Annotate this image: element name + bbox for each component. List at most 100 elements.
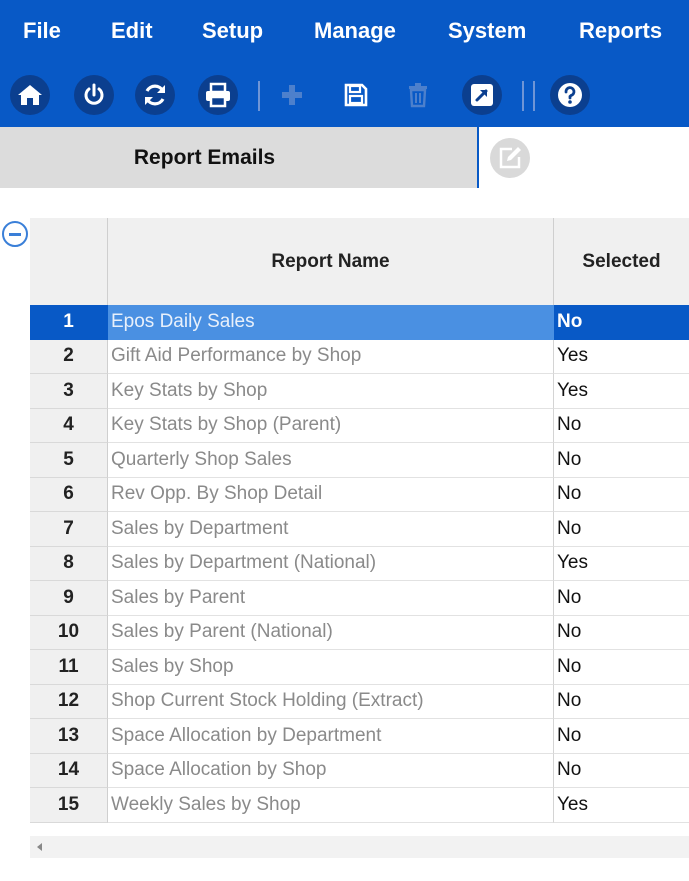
report-name-cell: Key Stats by Shop — [108, 374, 554, 409]
report-name-cell: Sales by Parent (National) — [108, 615, 554, 650]
selected-cell: No — [554, 581, 689, 616]
row-number: 12 — [30, 684, 108, 719]
row-number: 2 — [30, 339, 108, 374]
selected-cell: Yes — [554, 547, 689, 581]
report-name-cell: Sales by Shop — [108, 650, 554, 685]
edit-button[interactable] — [490, 138, 530, 178]
edit-icon — [499, 147, 521, 169]
report-name-cell: Rev Opp. By Shop Detail — [108, 477, 554, 512]
row-number: 6 — [30, 477, 108, 512]
table-row[interactable]: 9 Sales by Parent No — [30, 581, 689, 616]
report-name-cell: Space Allocation by Shop — [108, 753, 554, 788]
report-name-cell: Epos Daily Sales — [108, 305, 554, 340]
selected-header[interactable]: Selected — [554, 218, 689, 305]
scroll-left-icon[interactable] — [37, 843, 42, 851]
home-button[interactable] — [10, 75, 50, 115]
table-row[interactable]: 13 Space Allocation by Department No — [30, 719, 689, 754]
report-name-cell: Sales by Parent — [108, 581, 554, 616]
delete-button[interactable] — [398, 75, 438, 115]
selected-cell: No — [554, 478, 689, 512]
power-icon — [84, 83, 104, 105]
refresh-icon — [145, 84, 165, 106]
menu-bar: File Edit Setup Manage System Reports — [0, 0, 689, 62]
table-row[interactable]: 8 Sales by Department (National) Yes — [30, 546, 689, 581]
table-row[interactable]: 1 Epos Daily Sales No — [30, 305, 689, 340]
table-row[interactable]: 2 Gift Aid Performance by Shop Yes — [30, 339, 689, 374]
app-header: File Edit Setup Manage System Reports — [0, 0, 689, 127]
row-number: 1 — [30, 305, 108, 340]
row-number: 15 — [30, 788, 108, 823]
report-name-cell: Weekly Sales by Shop — [108, 788, 554, 823]
table-row[interactable]: 12 Shop Current Stock Holding (Extract) No — [30, 684, 689, 719]
report-name-cell: Sales by Department — [108, 512, 554, 547]
horizontal-scrollbar[interactable] — [30, 836, 689, 858]
save-icon — [344, 83, 368, 107]
grid-body: 1 Epos Daily Sales No 2 Gift Aid Performance… — [30, 305, 689, 823]
table-row[interactable]: 10 Sales by Parent (National) No — [30, 615, 689, 650]
row-number: 11 — [30, 650, 108, 685]
report-name-cell: Shop Current Stock Holding (Extract) — [108, 684, 554, 719]
report-grid: Report Name Selected 1 Epos Daily Sales No… — [30, 218, 689, 823]
report-name-cell: Space Allocation by Department — [108, 719, 554, 754]
menu-system[interactable]: System — [448, 16, 526, 46]
menu-file[interactable]: File — [23, 16, 61, 46]
home-icon — [18, 85, 42, 105]
table-row[interactable]: 4 Key Stats by Shop (Parent) No — [30, 408, 689, 443]
print-button[interactable] — [198, 75, 238, 115]
toolbar-separator — [533, 81, 535, 111]
selected-cell: No — [554, 719, 689, 754]
table-row[interactable]: 14 Space Allocation by Shop No — [30, 753, 689, 788]
row-number: 7 — [30, 512, 108, 547]
menu-edit[interactable]: Edit — [111, 16, 153, 46]
row-number: 14 — [30, 753, 108, 788]
add-button[interactable] — [272, 75, 312, 115]
row-number-header — [30, 218, 108, 305]
report-name-cell: Sales by Department (National) — [108, 546, 554, 581]
menu-manage[interactable]: Manage — [314, 16, 396, 46]
report-name-cell: Key Stats by Shop (Parent) — [108, 408, 554, 443]
report-name-header[interactable]: Report Name — [108, 218, 554, 305]
toolbar — [0, 72, 689, 118]
selected-cell: No — [554, 754, 689, 788]
row-number: 8 — [30, 546, 108, 581]
table-row[interactable]: 3 Key Stats by Shop Yes — [30, 374, 689, 409]
selected-cell: No — [554, 685, 689, 719]
collapse-icon[interactable] — [2, 221, 28, 247]
toolbar-separator — [522, 81, 524, 111]
selected-cell: No — [554, 512, 689, 547]
print-icon — [206, 82, 230, 108]
row-number: 4 — [30, 408, 108, 443]
table-row[interactable]: 15 Weekly Sales by Shop Yes — [30, 788, 689, 823]
save-button[interactable] — [336, 75, 376, 115]
add-icon — [282, 85, 302, 105]
tab-report-emails[interactable]: Report Emails — [0, 127, 479, 188]
menu-setup[interactable]: Setup — [202, 16, 263, 46]
report-name-cell: Gift Aid Performance by Shop — [108, 339, 554, 374]
selected-cell: No — [554, 443, 689, 478]
selected-cell: No — [554, 409, 689, 443]
table-row[interactable]: 6 Rev Opp. By Shop Detail No — [30, 477, 689, 512]
row-number: 10 — [30, 615, 108, 650]
menu-reports[interactable]: Reports — [579, 16, 662, 46]
table-row[interactable]: 5 Quarterly Shop Sales No — [30, 443, 689, 478]
selected-cell: No — [554, 616, 689, 650]
tab-label: Report Emails — [133, 145, 276, 169]
row-number: 13 — [30, 719, 108, 754]
selected-cell: No — [554, 305, 689, 340]
tab-strip: Report Emails — [0, 127, 689, 188]
refresh-button[interactable] — [135, 75, 175, 115]
row-number: 9 — [30, 581, 108, 616]
export-icon — [471, 84, 493, 106]
table-row[interactable]: 11 Sales by Shop No — [30, 650, 689, 685]
export-button[interactable] — [462, 75, 502, 115]
power-button[interactable] — [74, 75, 114, 115]
table-row[interactable]: 7 Sales by Department No — [30, 512, 689, 547]
report-name-cell: Quarterly Shop Sales — [108, 443, 554, 478]
delete-icon — [409, 83, 427, 108]
selected-cell: Yes — [554, 788, 689, 823]
selected-cell: No — [554, 650, 689, 685]
grid-header: Report Name Selected — [30, 218, 689, 305]
help-button[interactable] — [550, 75, 590, 115]
help-icon — [558, 83, 582, 107]
row-number: 3 — [30, 374, 108, 409]
